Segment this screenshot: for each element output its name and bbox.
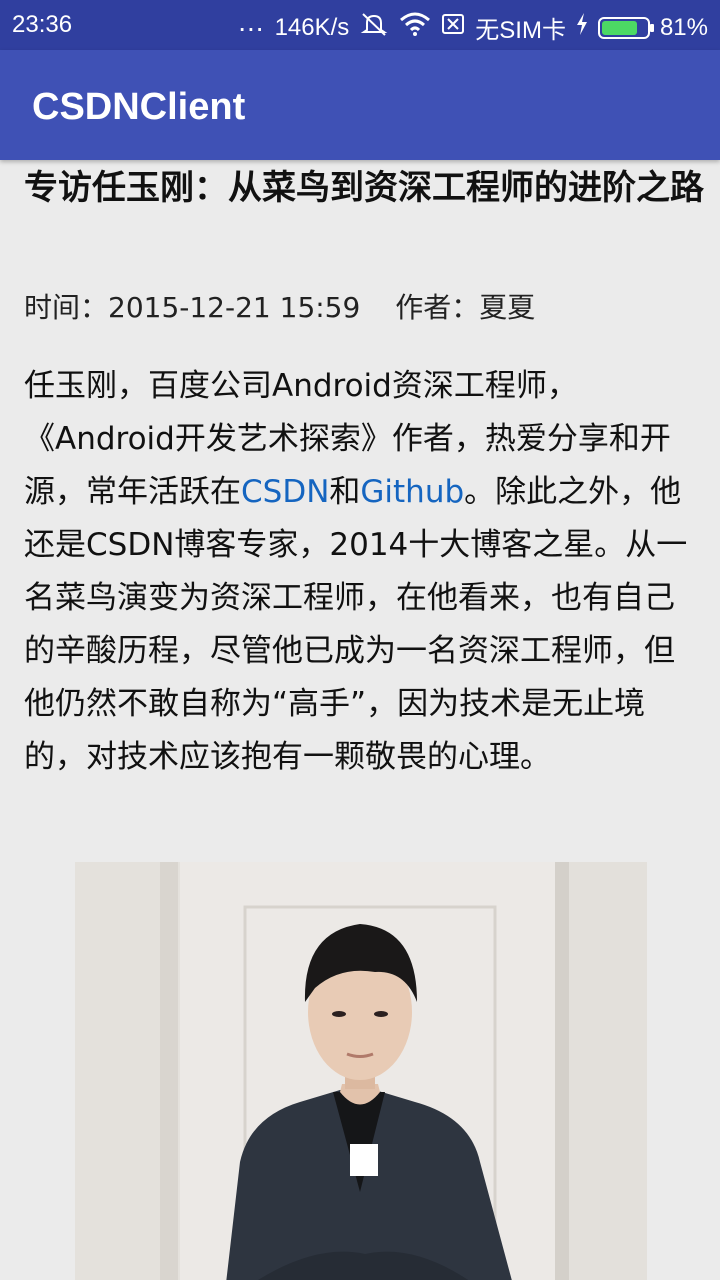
battery-icon (597, 16, 654, 39)
app-title: CSDNClient (32, 86, 246, 128)
app-bar: CSDNClient (0, 50, 720, 160)
article-meta: 时间：2015-12-21 15:59 作者：夏夏 (24, 286, 561, 326)
status-time: 23:36 (12, 11, 73, 38)
csdn-link[interactable]: CSDN (241, 474, 329, 510)
body-text-part: 。除此之外，他还是CSDN博客专家，2014十大博客之星。从一名菜鸟演变为资深工… (24, 474, 688, 775)
mute-icon (359, 11, 389, 44)
wifi-icon (399, 12, 431, 43)
github-link[interactable]: Github (360, 474, 464, 510)
status-bar: 23:36 ... 146K/s 无SIM卡 81% (0, 0, 720, 50)
article-body: 任玉刚，百度公司Android资深工程师，《Android开发艺术探索》作者，热… (24, 360, 700, 784)
article-content[interactable]: 专访任玉刚：从菜鸟到资深工程师的进阶之路 时间：2015-12-21 15:59… (0, 160, 720, 1280)
more-dots-icon: ... (238, 5, 265, 37)
article-title: 专访任玉刚：从菜鸟到资深工程师的进阶之路 (24, 168, 704, 208)
network-speed: 146K/s (274, 13, 350, 41)
publish-time: 时间：2015-12-21 15:59 (24, 291, 361, 324)
battery-fill (601, 20, 637, 35)
author: 作者：夏夏 (395, 291, 536, 324)
battery-percent: 81% (659, 13, 708, 41)
sim-status: 无SIM卡 (475, 17, 566, 44)
no-sim-icon (441, 12, 465, 43)
body-text-part: 和 (329, 474, 361, 510)
charging-icon (576, 13, 588, 42)
article-photo (75, 862, 647, 1280)
status-icons: ... 146K/s 无SIM卡 81% (238, 5, 708, 45)
